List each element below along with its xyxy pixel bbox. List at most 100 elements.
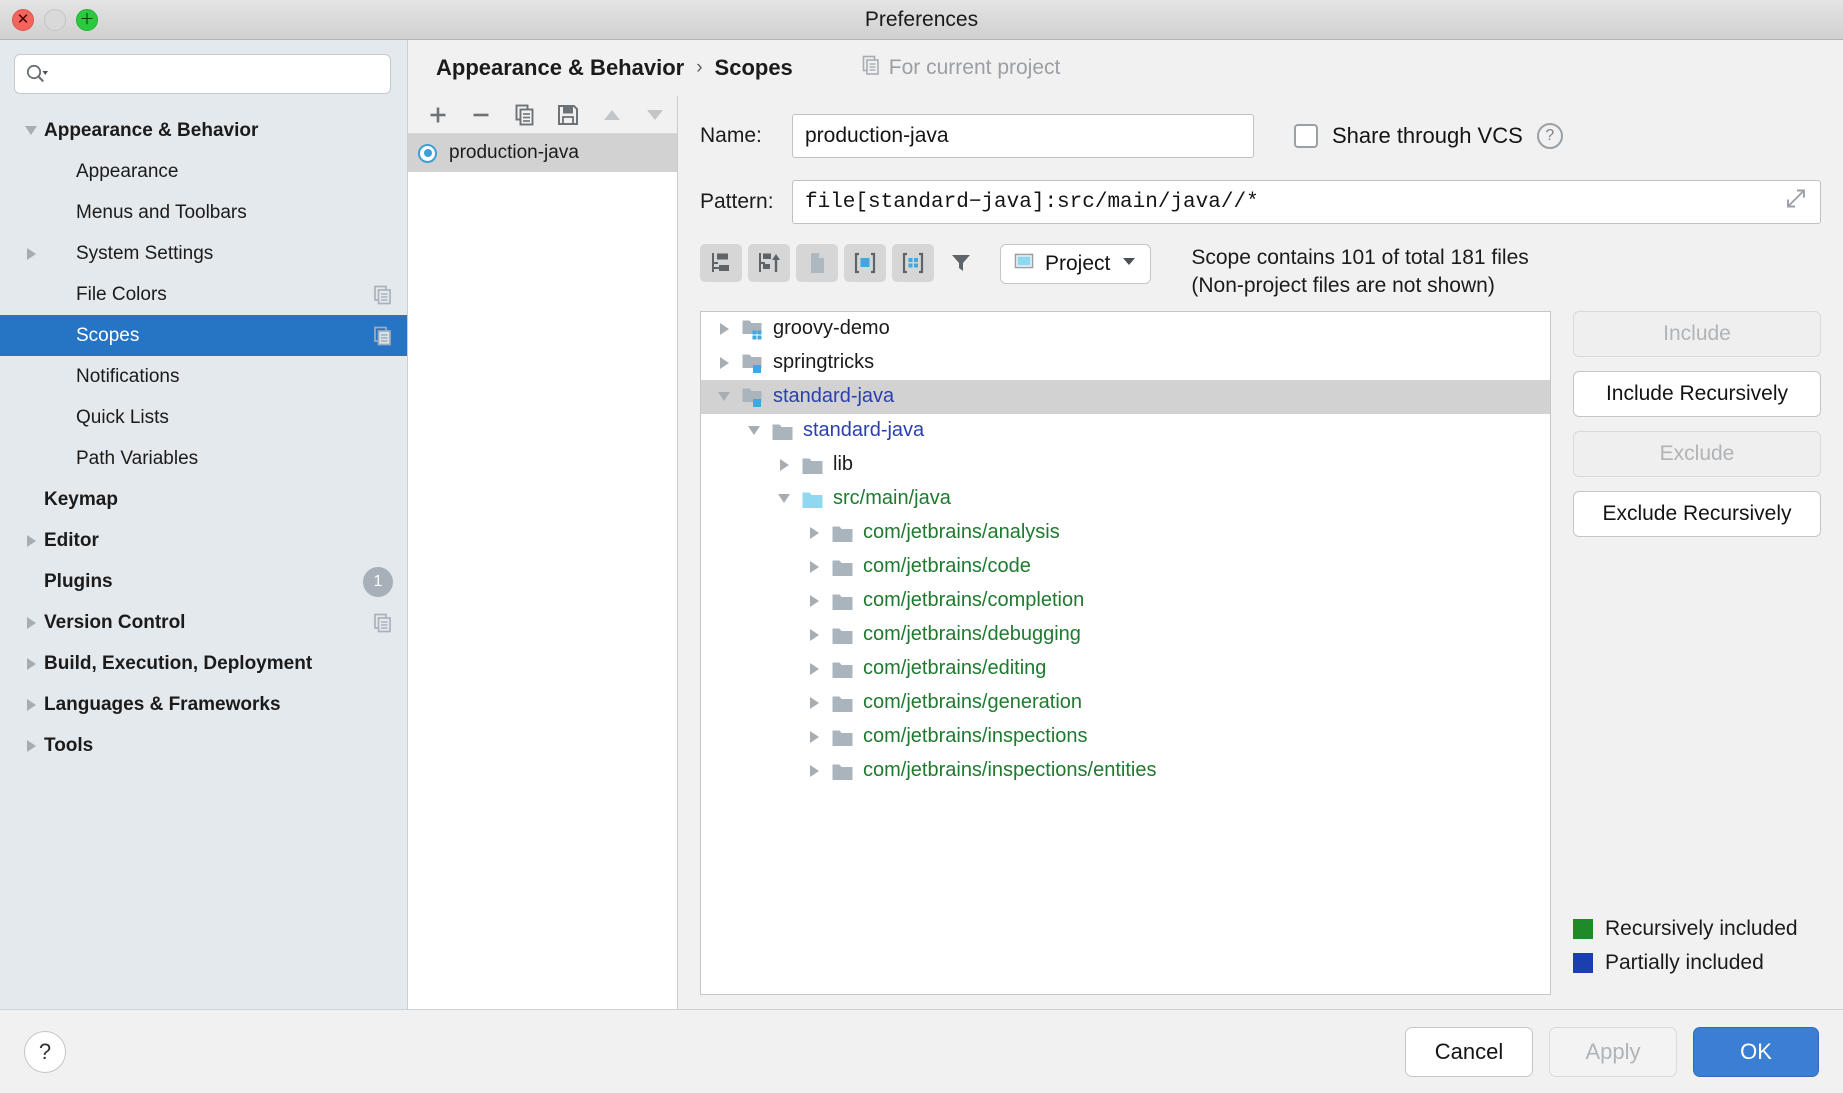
chevron-down-icon[interactable] (739, 426, 769, 436)
include-recursively-button[interactable]: Include Recursively (1573, 370, 1821, 417)
sidebar-item-version-control[interactable]: Version Control (0, 602, 407, 643)
compact-middle-packages-icon[interactable] (748, 244, 790, 282)
project-level-badge-icon (373, 613, 393, 633)
move-scope-down-button[interactable] (634, 98, 678, 132)
sidebar-item-languages-frameworks[interactable]: Languages & Frameworks (0, 684, 407, 725)
add-scope-button[interactable] (416, 98, 460, 132)
copy-scope-button[interactable] (503, 98, 547, 132)
filter-icon[interactable] (940, 244, 982, 282)
group-by-module-group-icon[interactable] (892, 244, 934, 282)
file-tree-node[interactable]: com/jetbrains/editing (701, 652, 1550, 686)
search-container (0, 40, 407, 104)
sidebar-item-system-settings[interactable]: System Settings (0, 233, 407, 274)
sidebar-item-scopes[interactable]: Scopes (0, 315, 407, 356)
pattern-field[interactable]: file[standard−java]:src/main/java//* (792, 180, 1821, 224)
file-tree-node[interactable]: standard-java (701, 414, 1550, 448)
legend-swatch-green (1573, 919, 1593, 939)
chevron-right-icon[interactable] (799, 628, 829, 641)
sidebar-item-plugins[interactable]: Plugins 1 (0, 561, 407, 602)
search-input[interactable] (49, 65, 380, 83)
exclude-button[interactable]: Exclude (1573, 430, 1821, 477)
project-icon (1013, 250, 1035, 278)
sidebar-item-quick-lists[interactable]: Quick Lists (0, 397, 407, 438)
file-tree-node[interactable]: com/jetbrains/debugging (701, 618, 1550, 652)
chevron-right-icon[interactable] (709, 322, 739, 335)
chevron-right-icon[interactable] (799, 764, 829, 777)
move-scope-up-button[interactable] (590, 98, 634, 132)
chevron-right-icon[interactable] (799, 594, 829, 607)
apply-button[interactable]: Apply (1549, 1026, 1677, 1077)
expand-editor-icon[interactable] (1784, 187, 1808, 218)
chevron-right-icon (18, 739, 44, 752)
show-files-icon[interactable] (796, 244, 838, 282)
chevron-right-icon[interactable] (799, 662, 829, 675)
chevron-right-icon[interactable] (799, 696, 829, 709)
chevron-right-icon[interactable] (769, 458, 799, 471)
file-tree-node-label: com/jetbrains/completion (863, 589, 1085, 612)
project-file-tree[interactable]: groovy-demo springtricks standard-java stan… (700, 310, 1551, 995)
scope-list[interactable]: production-java (408, 134, 677, 1009)
remove-scope-button[interactable] (460, 98, 504, 132)
sidebar-item-notifications[interactable]: Notifications (0, 356, 407, 397)
sidebar-item-keymap[interactable]: Keymap (0, 479, 407, 520)
sidebar-item-label: Quick Lists (76, 406, 169, 428)
for-current-project-note: For current project (861, 55, 1060, 81)
chevron-down-icon[interactable] (769, 494, 799, 504)
settings-sidebar: Appearance & Behavior Appearance Menus and… (0, 40, 408, 1009)
chevron-right-icon[interactable] (799, 526, 829, 539)
search-box[interactable] (14, 54, 391, 94)
save-scope-button[interactable] (547, 98, 591, 132)
folder-icon (829, 658, 857, 680)
include-button[interactable]: Include (1573, 310, 1821, 357)
show-modules-icon[interactable] (844, 244, 886, 282)
scope-editor: Name: production-java Share through VCS … (678, 96, 1843, 1009)
sidebar-item-editor[interactable]: Editor (0, 520, 407, 561)
file-tree-node[interactable]: com/jetbrains/code (701, 550, 1550, 584)
sidebar-item-label: Editor (44, 529, 99, 551)
file-tree-node-label: com/jetbrains/generation (863, 691, 1083, 714)
preferences-window: ✕ ＋ Preferences Appearance & Behavior Ap… (0, 0, 1843, 1093)
scope-list-item[interactable]: production-java (408, 134, 677, 172)
ok-button[interactable]: OK (1693, 1026, 1819, 1077)
file-tree-node[interactable]: standard-java (701, 379, 1550, 414)
sidebar-item-build-execution-deployment[interactable]: Build, Execution, Deployment (0, 643, 407, 684)
sidebar-item-menus-and-toolbars[interactable]: Menus and Toolbars (0, 192, 407, 233)
page-title: Scopes (714, 55, 793, 80)
file-tree-node[interactable]: com/jetbrains/inspections/entities (701, 754, 1550, 788)
chevron-down-icon[interactable] (709, 392, 739, 402)
cancel-button[interactable]: Cancel (1405, 1026, 1533, 1077)
chevron-right-icon[interactable] (799, 560, 829, 573)
scope-name-field[interactable]: production-java (792, 114, 1254, 158)
file-tree-node[interactable]: groovy-demo (701, 312, 1550, 346)
name-label: Name: (700, 124, 762, 147)
chevron-down-icon (18, 126, 44, 135)
sidebar-item-appearance-behavior[interactable]: Appearance & Behavior (0, 110, 407, 151)
exclude-recursively-button[interactable]: Exclude Recursively (1573, 490, 1821, 537)
breadcrumb-parent[interactable]: Appearance & Behavior (436, 55, 684, 81)
flatten-packages-icon[interactable] (700, 244, 742, 282)
sidebar-item-tools[interactable]: Tools (0, 725, 407, 766)
settings-nav-list[interactable]: Appearance & Behavior Appearance Menus and… (0, 104, 407, 1009)
sidebar-item-file-colors[interactable]: File Colors (0, 274, 407, 315)
module-folder-icon (739, 385, 767, 409)
source-folder-icon (799, 488, 827, 510)
help-icon[interactable]: ? (1536, 123, 1563, 149)
sidebar-item-appearance[interactable]: Appearance (0, 151, 407, 192)
file-tree-node[interactable]: com/jetbrains/generation (701, 686, 1550, 720)
help-button[interactable]: ? (24, 1030, 66, 1073)
file-tree-node[interactable]: springtricks (701, 346, 1550, 380)
breadcrumb: Appearance & Behavior › Scopes For curre… (408, 40, 1843, 96)
file-tree-node-label: springtricks (773, 351, 875, 374)
sidebar-item-label: Build, Execution, Deployment (44, 652, 313, 674)
file-tree-node[interactable]: com/jetbrains/completion (701, 584, 1550, 618)
sidebar-item-label: Plugins (44, 570, 113, 592)
file-tree-node[interactable]: src/main/java (701, 482, 1550, 516)
file-tree-node[interactable]: com/jetbrains/analysis (701, 516, 1550, 550)
project-scope-selector[interactable]: Project (1000, 244, 1152, 284)
share-through-vcs-checkbox[interactable] (1294, 124, 1318, 148)
chevron-right-icon[interactable] (799, 730, 829, 743)
file-tree-node[interactable]: lib (701, 448, 1550, 482)
chevron-right-icon[interactable] (709, 356, 739, 369)
file-tree-node[interactable]: com/jetbrains/inspections (701, 720, 1550, 754)
sidebar-item-path-variables[interactable]: Path Variables (0, 438, 407, 479)
